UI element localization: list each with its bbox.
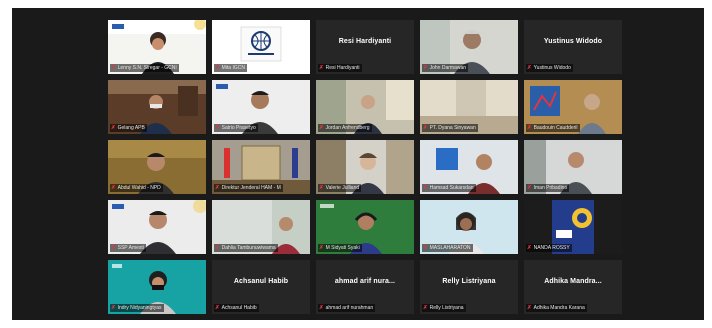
- participant-gallery: ✗ Lenny S.N. Siregar - GCNI ✗ Mita IGCN …: [108, 20, 629, 316]
- participant-tile[interactable]: ✗ Baudouin Caudderil: [524, 80, 622, 134]
- mic-muted-icon: ✗: [111, 185, 116, 191]
- participant-tile[interactable]: ✗ Satrio Prasetyo: [212, 80, 310, 134]
- participant-name-label: ✗ MASLAHARATON: [422, 244, 473, 252]
- participant-tile[interactable]: ✗ Dahlia Tambunuwiwama: [212, 200, 310, 254]
- participant-name-label: ✗ Dahlia Tambunuwiwama: [214, 244, 278, 252]
- participant-tile[interactable]: Achsanul Habib ✗ Achsanul Habib: [212, 260, 310, 314]
- mic-muted-icon: ✗: [423, 245, 428, 251]
- participant-name-label: ✗ Indry Nidyaningtyas: [110, 304, 164, 312]
- participant-name-display: ahmad arif nura...: [334, 278, 396, 285]
- mic-muted-icon: ✗: [215, 245, 220, 251]
- participant-tile[interactable]: Relly Listriyana ✗ Relly Listriyana: [420, 260, 518, 314]
- participant-name-label: ✗ Jordan Anfrendberg: [318, 124, 372, 132]
- participant-tile[interactable]: ✗ Hamsad Sukarsdan: [420, 140, 518, 194]
- mic-muted-icon: ✗: [111, 245, 116, 251]
- participant-tile[interactable]: Adhika Mandra... ✗ Adhika Mandra Karana: [524, 260, 622, 314]
- video-meeting-window: ✗ Lenny S.N. Siregar - GCNI ✗ Mita IGCN …: [12, 8, 704, 320]
- participant-tile[interactable]: ✗ Gelang APB: [108, 80, 206, 134]
- participant-tile[interactable]: Yustinus Widodo ✗ Yustinus Widodo: [524, 20, 622, 74]
- participant-name-label: ✗ Hamsad Sukarsdan: [422, 184, 476, 192]
- mic-muted-icon: ✗: [111, 125, 116, 131]
- participant-name-label: ✗ Baudouin Caudderil: [526, 124, 580, 132]
- participant-name-label: ✗ Gelang APB: [110, 124, 147, 132]
- participant-name-label: ✗ Mita IGCN: [214, 64, 247, 72]
- participant-tile[interactable]: ✗ M Sidyati Syaki: [316, 200, 414, 254]
- mic-muted-icon: ✗: [319, 185, 324, 191]
- participant-tile[interactable]: ✗ John Darmawan: [420, 20, 518, 74]
- mic-muted-icon: ✗: [111, 305, 116, 311]
- participant-tile[interactable]: ✗ PT. Dyana Sinyawan: [420, 80, 518, 134]
- participant-name-label: ✗ Direktur Jenderal HAM - M: [214, 184, 283, 192]
- mic-muted-icon: ✗: [319, 125, 324, 131]
- participant-name-display: Resi Hardiyanti: [338, 38, 392, 45]
- mic-muted-icon: ✗: [527, 125, 532, 131]
- mic-muted-icon: ✗: [527, 245, 532, 251]
- participant-name-label: ✗ PT. Dyana Sinyawan: [422, 124, 478, 132]
- participant-tile[interactable]: ahmad arif nura... ✗ ahmad arif nurahman: [316, 260, 414, 314]
- mic-muted-icon: ✗: [215, 185, 220, 191]
- participant-name-label: ✗ Valerie Julliand: [318, 184, 362, 192]
- participant-tile[interactable]: ✗ Indry Nidyaningtyas: [108, 260, 206, 314]
- participant-name-label: ✗ Abdul Wahid - NPD: [110, 184, 163, 192]
- mic-muted-icon: ✗: [423, 305, 428, 311]
- participant-name-label: ✗ M Sidyati Syaki: [318, 244, 362, 252]
- mic-muted-icon: ✗: [215, 65, 220, 71]
- mic-muted-icon: ✗: [319, 245, 324, 251]
- participant-tile[interactable]: ✗ Direktur Jenderal HAM - M: [212, 140, 310, 194]
- mic-muted-icon: ✗: [319, 305, 324, 311]
- participant-name-label: ✗ Satrio Prasetyo: [214, 124, 258, 132]
- mic-muted-icon: ✗: [215, 305, 220, 311]
- participant-name-display: Adhika Mandra...: [544, 278, 602, 285]
- participant-tile[interactable]: ✗ Mita IGCN: [212, 20, 310, 74]
- participant-name-display: Relly Listriyana: [442, 278, 496, 285]
- participant-name-display: Achsanul Habib: [233, 278, 289, 285]
- participant-name-label: ✗ Adhika Mandra Karana: [526, 304, 587, 312]
- mic-muted-icon: ✗: [527, 65, 532, 71]
- participant-name-label: ✗ Relly Listriyana: [422, 304, 466, 312]
- mic-muted-icon: ✗: [423, 185, 428, 191]
- mic-muted-icon: ✗: [527, 305, 532, 311]
- mic-muted-icon: ✗: [111, 65, 116, 71]
- participant-tile[interactable]: ✗ Abdul Wahid - NPD: [108, 140, 206, 194]
- participant-tile[interactable]: ✗ Valerie Julliand: [316, 140, 414, 194]
- mic-muted-icon: ✗: [215, 125, 220, 131]
- participant-tile[interactable]: ✗ Jordan Anfrendberg: [316, 80, 414, 134]
- mic-muted-icon: ✗: [527, 185, 532, 191]
- participant-name-label: ✗ Yustinus Widodo: [526, 64, 573, 72]
- participant-tile[interactable]: ✗ MASLAHARATON: [420, 200, 518, 254]
- participant-name-label: ✗ Resi Hardiyanti: [318, 64, 362, 72]
- participant-tile[interactable]: ✗ Iman Pribadino: [524, 140, 622, 194]
- mic-muted-icon: ✗: [423, 125, 428, 131]
- participant-name-label: ✗ Iman Pribadino: [526, 184, 570, 192]
- participant-name-label: ✗ SSP Amesti: [110, 244, 146, 252]
- participant-name-label: ✗ ahmad arif nurahman: [318, 304, 376, 312]
- participant-name-display: Yustinus Widodo: [543, 38, 603, 45]
- participant-tile[interactable]: ✗ SSP Amesti: [108, 200, 206, 254]
- participant-name-label: ✗ Achsanul Habib: [214, 304, 259, 312]
- participant-tile[interactable]: ✗ NANDA ROSSY: [524, 200, 622, 254]
- participant-tile[interactable]: Resi Hardiyanti ✗ Resi Hardiyanti: [316, 20, 414, 74]
- participant-name-label: ✗ John Darmawan: [422, 64, 469, 72]
- participant-name-label: ✗ Lenny S.N. Siregar - GCNI: [110, 64, 179, 72]
- mic-muted-icon: ✗: [423, 65, 428, 71]
- participant-name-label: ✗ NANDA ROSSY: [526, 244, 572, 252]
- participant-tile[interactable]: ✗ Lenny S.N. Siregar - GCNI: [108, 20, 206, 74]
- mic-muted-icon: ✗: [319, 65, 324, 71]
